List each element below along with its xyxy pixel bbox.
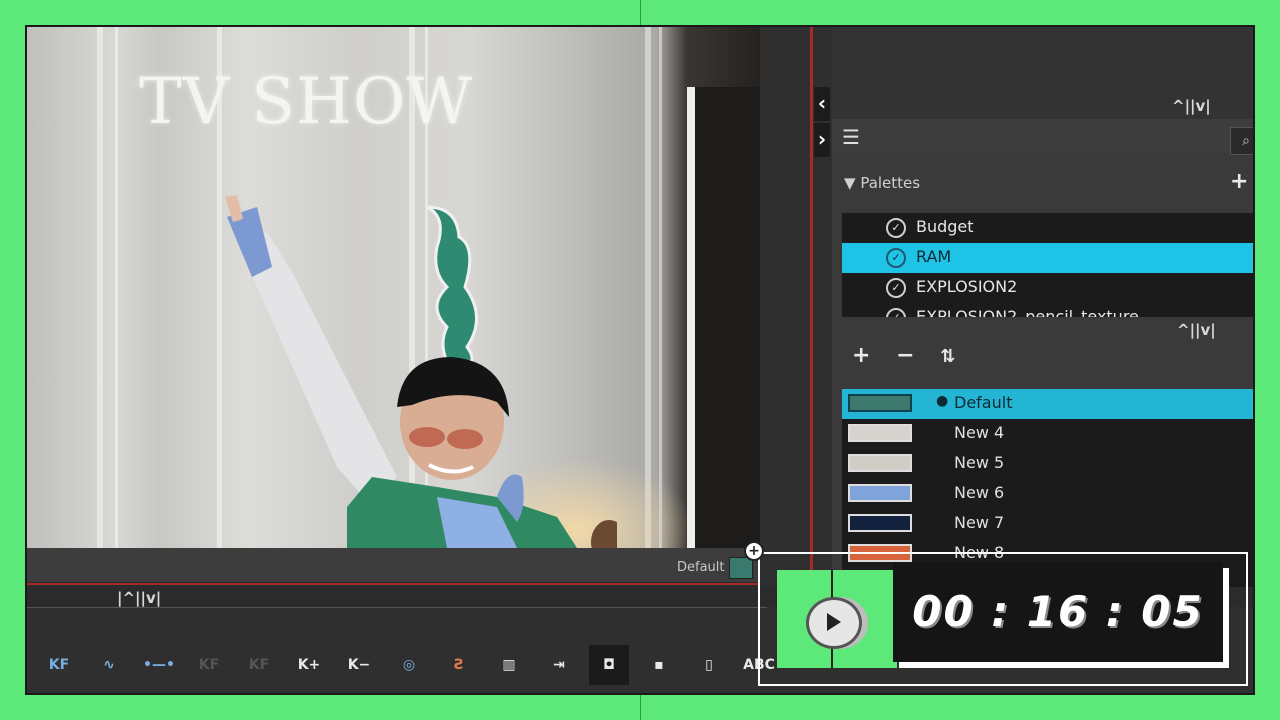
- panel-splitter[interactable]: ‹ ›: [760, 27, 832, 587]
- swatch-row-selected[interactable]: ● Default: [842, 389, 1253, 419]
- swatch-row[interactable]: New 5: [842, 449, 1253, 479]
- wall-molding: [115, 27, 118, 548]
- swatch-color-chip: [848, 394, 912, 412]
- frame-blank-tool[interactable]: ▯: [689, 645, 729, 685]
- swatch-color-chip: [848, 484, 912, 502]
- frame-small-tool[interactable]: ▪: [639, 645, 679, 685]
- extend-tool[interactable]: ⇥: [539, 645, 579, 685]
- wall-molding: [97, 27, 103, 548]
- swatch-name: New 4: [954, 423, 1005, 442]
- collapse-expand-handle[interactable]: |^||v|: [117, 589, 161, 607]
- swatch-name: New 6: [954, 483, 1005, 502]
- palette-item-selected[interactable]: ✓ RAM: [842, 243, 1253, 273]
- default-dot-icon: ●: [936, 393, 949, 409]
- palette-list[interactable]: ✓ Budget ✓ RAM ✓ EXPLOSION2 ✓ EXPLOSION2…: [842, 213, 1253, 317]
- color-panel: ^||v| ☰ ⌕ ▼ Palettes + ✓ Budget ✓ RAM ✓ …: [832, 27, 1253, 587]
- ease-tool[interactable]: Ꙅ: [439, 645, 479, 685]
- check-icon: ✓: [886, 218, 906, 238]
- split-tool[interactable]: ▥: [489, 645, 529, 685]
- collapse-left-icon[interactable]: ‹: [814, 87, 830, 121]
- person-figure: [225, 195, 617, 548]
- frame-large-tool[interactable]: ◘: [589, 645, 629, 685]
- tool-properties-strip: ^||v|: [832, 27, 1253, 120]
- palette-list-resize-handle[interactable]: ^||v|: [1177, 321, 1216, 339]
- swatch-color-chip: [848, 454, 912, 472]
- swatch-toolbar: + − ⇅: [852, 343, 955, 368]
- play-icon[interactable]: [806, 597, 862, 649]
- remove-key-tool[interactable]: K−: [339, 645, 379, 685]
- check-icon: ✓: [886, 278, 906, 298]
- palette-item[interactable]: ✓ Budget: [842, 213, 1253, 243]
- timer-display: 00 : 16 : 05: [893, 562, 1223, 662]
- doorway: [687, 87, 760, 548]
- palettes-header-label: Palettes: [860, 174, 921, 192]
- search-icon[interactable]: ⌕: [1230, 127, 1253, 155]
- remove-color-button[interactable]: −: [896, 343, 914, 368]
- timer-text: 00 : 16 : 05: [912, 587, 1204, 636]
- onion-skin-tool[interactable]: ◎: [389, 645, 429, 685]
- prev-keyframe-tool[interactable]: KF: [189, 645, 229, 685]
- next-keyframe-tool[interactable]: KF: [239, 645, 279, 685]
- linear-tool[interactable]: •—•: [139, 645, 179, 685]
- toolbar-divider: [27, 607, 767, 608]
- panel-resize-handle[interactable]: ^||v|: [1172, 97, 1211, 115]
- expand-right-icon[interactable]: ›: [814, 123, 830, 157]
- add-palette-button[interactable]: +: [1230, 169, 1248, 194]
- palette-item[interactable]: ✓ EXPLOSION2: [842, 273, 1253, 303]
- swatch-name: Default: [954, 393, 1013, 412]
- palettes-section-header[interactable]: ▼ Palettes: [844, 174, 920, 192]
- palette-item[interactable]: ✓ EXPLOSION2_pencil_texture: [842, 303, 1253, 317]
- camera-viewport[interactable]: TV SHOW: [27, 27, 760, 548]
- check-icon: ✓: [886, 248, 906, 268]
- current-color-label: Default: [677, 560, 725, 575]
- palette-name: Budget: [916, 217, 974, 236]
- swatch-color-chip: [848, 424, 912, 442]
- panel-header: [832, 119, 1253, 153]
- collapse-triangle-icon: ▼: [844, 174, 856, 192]
- add-point-icon[interactable]: +: [744, 541, 764, 561]
- reorder-color-button[interactable]: ⇅: [940, 346, 955, 367]
- palette-name: RAM: [916, 247, 952, 266]
- check-icon: ✓: [886, 308, 906, 317]
- swatch-color-chip: [848, 514, 912, 532]
- viewport-status-bar: [27, 548, 760, 582]
- swatch-row[interactable]: New 4: [842, 419, 1253, 449]
- panel-menu-icon[interactable]: ☰: [842, 125, 860, 149]
- add-color-button[interactable]: +: [852, 343, 870, 368]
- timeline-marker-line: [27, 583, 807, 585]
- palette-name: EXPLOSION2_pencil_texture: [916, 307, 1139, 317]
- swatch-row[interactable]: New 7: [842, 509, 1253, 539]
- swatch-name: New 7: [954, 513, 1005, 532]
- curve-tool[interactable]: ∿: [89, 645, 129, 685]
- swatch-name: New 5: [954, 453, 1005, 472]
- tv-show-title: TV SHOW: [139, 65, 474, 139]
- kf-remove-tool[interactable]: KF: [39, 645, 79, 685]
- swatch-row[interactable]: New 6: [842, 479, 1253, 509]
- splitter-red-line: [810, 27, 813, 587]
- palette-name: EXPLOSION2: [916, 277, 1018, 296]
- add-key-tool[interactable]: K+: [289, 645, 329, 685]
